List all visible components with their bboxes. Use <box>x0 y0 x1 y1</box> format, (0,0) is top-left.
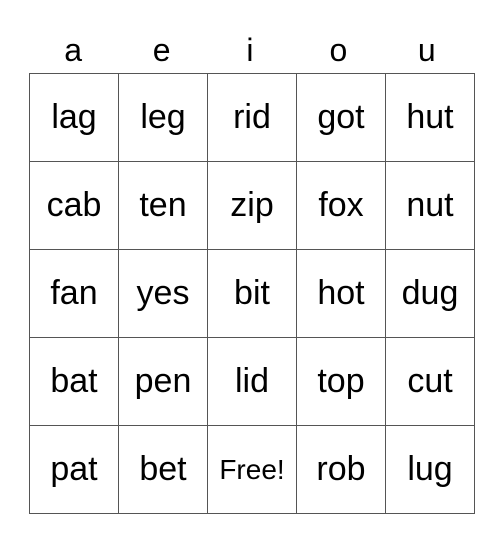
board-cell[interactable]: lid <box>207 337 297 426</box>
board-cell[interactable]: got <box>296 73 386 162</box>
board-cell[interactable]: top <box>296 337 386 426</box>
board-cell[interactable]: yes <box>118 249 208 338</box>
board-cell[interactable]: fox <box>296 161 386 250</box>
board-row: fan yes bit hot dug <box>29 249 475 338</box>
header-letter-o: o <box>329 32 348 68</box>
board-cell[interactable]: zip <box>207 161 297 250</box>
board-cell[interactable]: ten <box>118 161 208 250</box>
board-cell[interactable]: pen <box>118 337 208 426</box>
board-cell[interactable]: cut <box>385 337 475 426</box>
board-cell[interactable]: lug <box>385 425 475 514</box>
bingo-board: lag leg rid got hut cab ten zip fox nut … <box>29 73 475 514</box>
board-cell[interactable]: bit <box>207 249 297 338</box>
board-cell[interactable]: rob <box>296 425 386 514</box>
board-cell[interactable]: leg <box>118 73 208 162</box>
board-row: lag leg rid got hut <box>29 73 475 162</box>
board-cell[interactable]: cab <box>29 161 119 250</box>
header-letter-a: a <box>64 32 83 68</box>
header-letter-u: u <box>417 32 436 68</box>
header-letter-e: e <box>152 32 171 68</box>
board-row: cab ten zip fox nut <box>29 161 475 250</box>
header-letter-i: i <box>246 32 254 68</box>
board-cell[interactable]: nut <box>385 161 475 250</box>
board-cell[interactable]: bat <box>29 337 119 426</box>
board-cell[interactable]: bet <box>118 425 208 514</box>
board-cell[interactable]: hot <box>296 249 386 338</box>
board-cell[interactable]: dug <box>385 249 475 338</box>
bingo-header: a e i o u <box>29 28 471 72</box>
board-cell[interactable]: hut <box>385 73 475 162</box>
board-row: bat pen lid top cut <box>29 337 475 426</box>
free-space-cell[interactable]: Free! <box>207 425 297 514</box>
board-row: pat bet Free! rob lug <box>29 425 475 514</box>
board-cell[interactable]: rid <box>207 73 297 162</box>
board-cell[interactable]: pat <box>29 425 119 514</box>
board-cell[interactable]: fan <box>29 249 119 338</box>
board-cell[interactable]: lag <box>29 73 119 162</box>
